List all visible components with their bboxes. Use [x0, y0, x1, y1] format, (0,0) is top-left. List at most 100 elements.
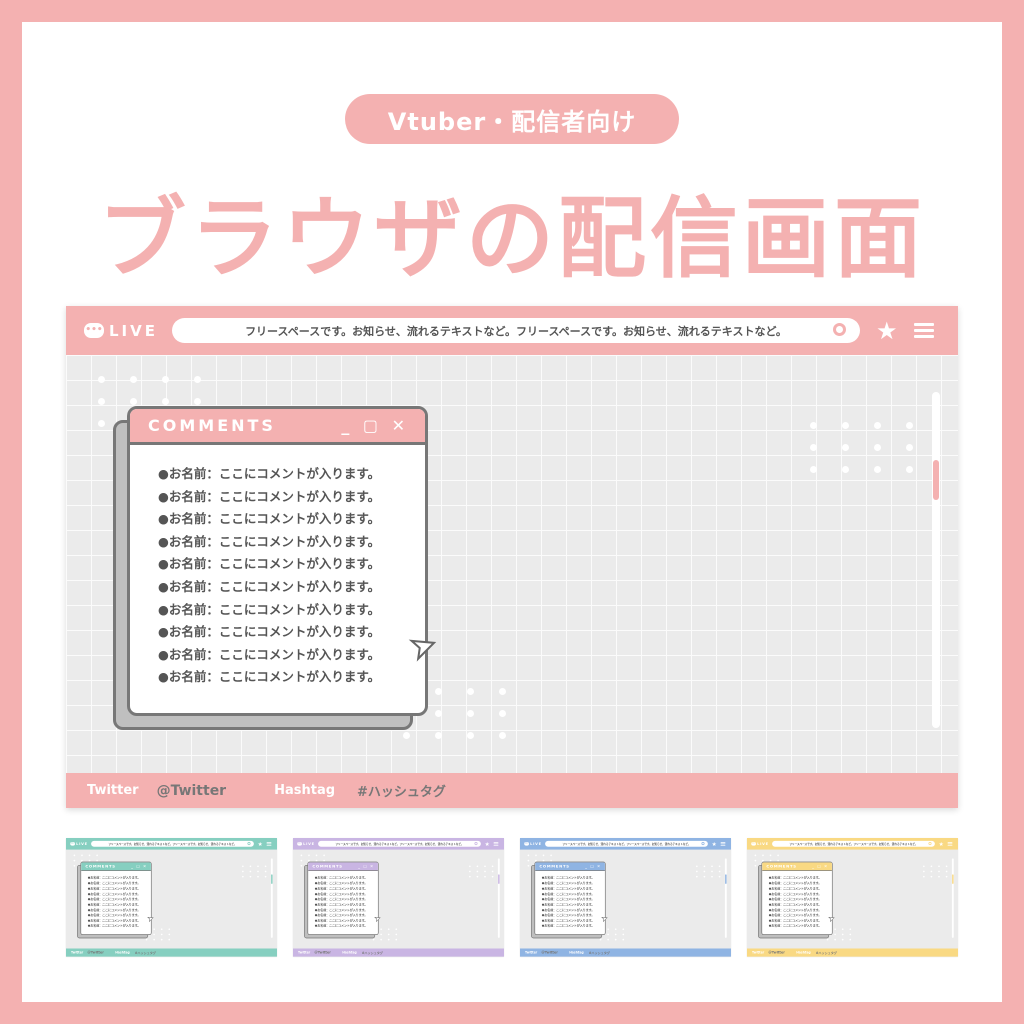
- top-bar: ••• LIVE フリースペースです。お知らせ、流れるテキストなど。フリースペース…: [747, 838, 959, 850]
- comment-item: ●お名前：ここにコメントが入ります。: [87, 923, 141, 928]
- comment-item: ●お名前：ここにコメントが入ります。: [158, 511, 381, 527]
- menu-icon[interactable]: [947, 841, 953, 846]
- comment-item: ●お名前：ここにコメントが入ります。: [158, 601, 381, 617]
- scrollbar[interactable]: [724, 858, 727, 938]
- ticker-text: フリースペースです。お知らせ、流れるテキストなど。フリースペースです。お知らせ、…: [108, 842, 237, 846]
- chat-bubble-icon: •••: [70, 842, 75, 846]
- browser-thumbnail: ••• LIVE フリースペースです。お知らせ、流れるテキストなど。フリースペース…: [520, 838, 732, 957]
- scrollbar[interactable]: [951, 858, 954, 938]
- star-icon[interactable]: ★: [485, 840, 490, 847]
- twitter-handle[interactable]: @Twitter: [314, 951, 330, 955]
- hashtag-label: Hashtag: [569, 950, 584, 955]
- search-icon[interactable]: [247, 842, 251, 846]
- chat-bubble-icon: •••: [751, 842, 756, 846]
- comments-window: COMMENTS _ ▢ ✕ ●お名前：ここにコメントが入ります。 ●お名前：こ…: [307, 861, 379, 936]
- search-icon[interactable]: [833, 323, 846, 336]
- star-icon[interactable]: ★: [258, 840, 263, 847]
- window-titlebar: COMMENTS _ ▢ ✕: [762, 862, 832, 871]
- live-label: LIVE: [757, 841, 769, 846]
- window-title: COMMENTS: [766, 864, 797, 869]
- footer-bar: Twitter @Twitter Hashtag #ハッシュタグ: [747, 948, 959, 957]
- twitter-label: Twitter: [297, 950, 311, 955]
- ticker-text: フリースペースです。お知らせ、流れるテキストなど。フリースペースです。お知らせ、…: [789, 842, 918, 846]
- scrollbar-thumb[interactable]: [271, 874, 273, 884]
- star-icon[interactable]: ★: [939, 840, 944, 847]
- menu-icon[interactable]: [266, 841, 272, 846]
- top-bar: ••• LIVE フリースペースです。お知らせ、流れるテキストなど。フリースペース…: [66, 838, 278, 850]
- comments-window: COMMENTS _ ▢ ✕ ●お名前：ここにコメントが入ります。 ●お名前：こ…: [80, 861, 152, 936]
- browser-window: ••• LIVE フリースペースです。お知らせ、流れるテキストなど。フリースペース…: [66, 306, 958, 808]
- comment-list: ●お名前：ここにコメントが入ります。 ●お名前：ここにコメントが入ります。 ●お…: [130, 445, 425, 689]
- star-icon[interactable]: ★: [712, 840, 717, 847]
- comment-item: ●お名前：ここにコメントが入ります。: [158, 488, 381, 504]
- address-bar[interactable]: フリースペースです。お知らせ、流れるテキストなど。フリースペースです。お知らせ、…: [172, 318, 860, 343]
- address-bar[interactable]: フリースペースです。お知らせ、流れるテキストなど。フリースペースです。お知らせ、…: [772, 840, 935, 847]
- chat-bubble-icon: •••: [524, 842, 529, 846]
- comment-item: ●お名前：ここにコメントが入ります。: [768, 923, 822, 928]
- dot-pattern: [469, 865, 494, 878]
- scrollbar[interactable]: [932, 392, 940, 728]
- live-label: LIVE: [530, 841, 542, 846]
- comments-window: COMMENTS _ ▢ ✕ ●お名前：ここにコメントが入ります。 ●お名前：こ…: [761, 861, 833, 936]
- twitter-handle[interactable]: @Twitter: [87, 951, 103, 955]
- twitter-handle[interactable]: @Twitter: [541, 951, 557, 955]
- comment-item: ●お名前：ここにコメントが入ります。: [541, 923, 595, 928]
- dot-pattern: [923, 865, 948, 878]
- comment-list: ●お名前：ここにコメントが入ります。 ●お名前：ここにコメントが入ります。 ●お…: [762, 871, 832, 929]
- address-bar[interactable]: フリースペースです。お知らせ、流れるテキストなど。フリースペースです。お知らせ、…: [91, 840, 254, 847]
- dot-pattern: [810, 422, 913, 473]
- window-controls[interactable]: _ ▢ ✕: [585, 864, 601, 868]
- category-badge: Vtuber・配信者向け: [345, 94, 679, 144]
- twitter-label: Twitter: [70, 950, 84, 955]
- hashtag-label: Hashtag: [342, 950, 357, 955]
- hashtag-value: #ハッシュタグ: [815, 951, 837, 955]
- browser-thumbnail: ••• LIVE フリースペースです。お知らせ、流れるテキストなど。フリースペース…: [293, 838, 505, 957]
- hashtag-value: #ハッシュタグ: [134, 951, 156, 955]
- window-title: COMMENTS: [85, 864, 116, 869]
- window-titlebar: COMMENTS _ ▢ ✕: [81, 862, 151, 871]
- scrollbar-thumb[interactable]: [933, 460, 939, 500]
- scrollbar[interactable]: [497, 858, 500, 938]
- comment-item: ●お名前：ここにコメントが入ります。: [158, 624, 381, 640]
- scrollbar-thumb[interactable]: [498, 874, 500, 884]
- live-indicator: ••• LIVE: [751, 842, 772, 846]
- browser-thumbnail: ••• LIVE フリースペースです。お知らせ、流れるテキストなど。フリースペース…: [66, 838, 278, 957]
- window-controls[interactable]: _ ▢ ✕: [812, 864, 828, 868]
- address-bar[interactable]: フリースペースです。お知らせ、流れるテキストなど。フリースペースです。お知らせ、…: [545, 840, 708, 847]
- twitter-label: Twitter: [87, 783, 139, 798]
- twitter-handle[interactable]: @Twitter: [768, 951, 784, 955]
- window-titlebar: COMMENTS _ ▢ ✕: [308, 862, 378, 871]
- footer-bar: Twitter @Twitter Hashtag #ハッシュタグ: [66, 773, 958, 808]
- top-bar: ••• LIVE フリースペースです。お知らせ、流れるテキストなど。フリースペース…: [66, 306, 958, 355]
- footer-bar: Twitter @Twitter Hashtag #ハッシュタグ: [66, 948, 278, 957]
- window-title: COMMENTS: [539, 864, 570, 869]
- search-icon[interactable]: [928, 842, 932, 846]
- comment-item: ●お名前：ここにコメントが入ります。: [158, 533, 381, 549]
- search-icon[interactable]: [474, 842, 478, 846]
- scrollbar-thumb[interactable]: [952, 874, 954, 884]
- comment-item: ●お名前：ここにコメントが入ります。: [158, 578, 381, 594]
- window-controls[interactable]: _ ▢ ✕: [341, 416, 409, 435]
- live-label: LIVE: [76, 841, 88, 846]
- menu-icon[interactable]: [720, 841, 726, 846]
- live-label: LIVE: [109, 321, 158, 340]
- ticker-text: フリースペースです。お知らせ、流れるテキストなど。フリースペースです。お知らせ、…: [562, 842, 691, 846]
- scrollbar-thumb[interactable]: [725, 874, 727, 884]
- chat-bubble-icon: •••: [84, 323, 104, 338]
- hashtag-value: #ハッシュタグ: [361, 951, 383, 955]
- comment-list: ●お名前：ここにコメントが入ります。 ●お名前：ここにコメントが入ります。 ●お…: [308, 871, 378, 929]
- window-title: COMMENTS: [312, 864, 343, 869]
- menu-icon[interactable]: [493, 841, 499, 846]
- window-controls[interactable]: _ ▢ ✕: [131, 864, 147, 868]
- menu-icon[interactable]: [913, 320, 934, 341]
- address-bar[interactable]: フリースペースです。お知らせ、流れるテキストなど。フリースペースです。お知らせ、…: [318, 840, 481, 847]
- ticker-text: フリースペースです。お知らせ、流れるテキストなど。フリースペースです。お知らせ、…: [245, 324, 787, 338]
- window-controls[interactable]: _ ▢ ✕: [358, 864, 374, 868]
- search-icon[interactable]: [701, 842, 705, 846]
- ticker-text: フリースペースです。お知らせ、流れるテキストなど。フリースペースです。お知らせ、…: [335, 842, 464, 846]
- star-icon[interactable]: ★: [876, 317, 898, 345]
- live-indicator: ••• LIVE: [524, 842, 545, 846]
- live-indicator: ••• LIVE: [297, 842, 318, 846]
- scrollbar[interactable]: [270, 858, 273, 938]
- twitter-handle[interactable]: @Twitter: [157, 783, 227, 799]
